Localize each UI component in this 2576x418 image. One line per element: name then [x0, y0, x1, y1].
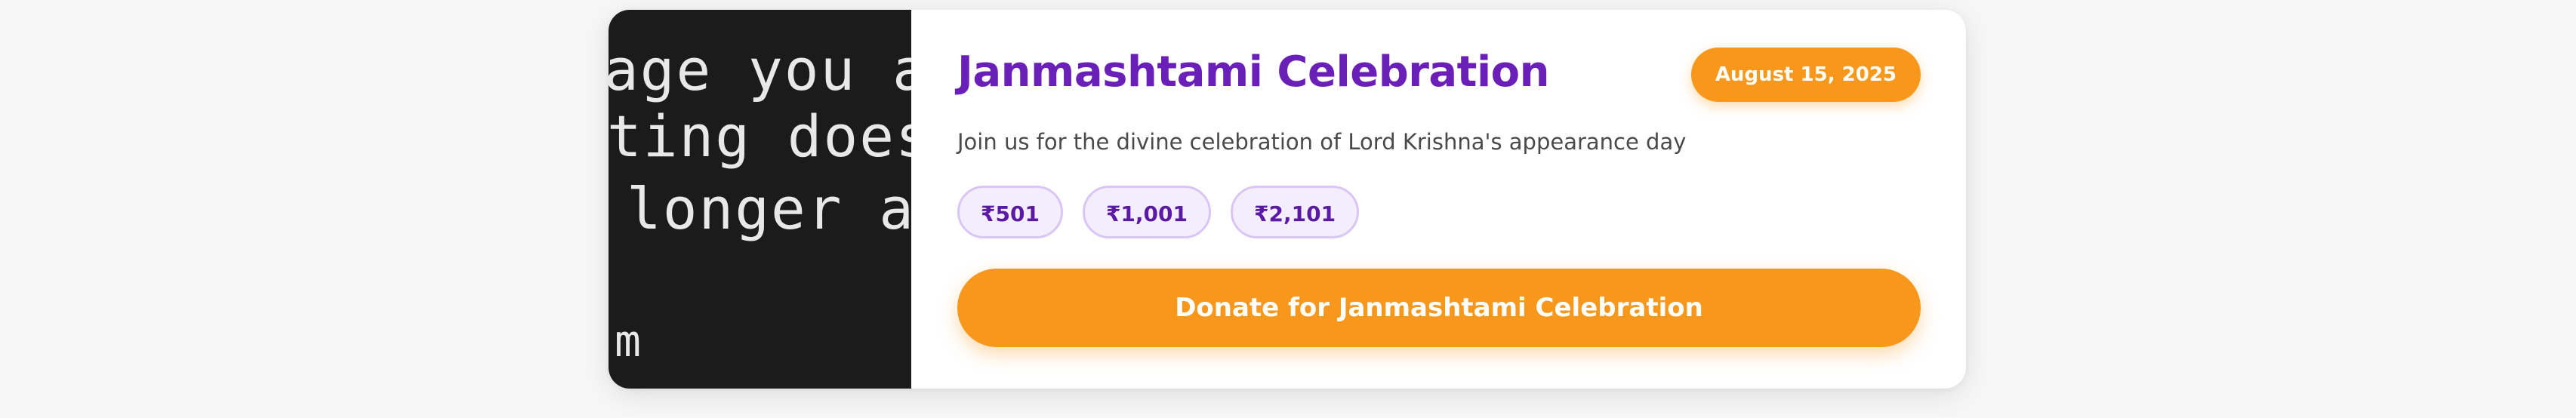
- event-thumbnail: age you are ting does n longer ava m: [609, 10, 911, 389]
- donate-button[interactable]: Donate for Janmashtami Celebration: [957, 269, 1921, 347]
- amount-option-501[interactable]: ₹501: [957, 186, 1063, 238]
- event-description: Join us for the divine celebration of Lo…: [957, 129, 1687, 155]
- event-date-badge: August 15, 2025: [1690, 48, 1921, 102]
- thumbnail-text-line: ting does n: [609, 103, 911, 170]
- thumbnail-text-line: age you are: [609, 36, 911, 103]
- thumbnail-text-line: m: [615, 315, 642, 367]
- event-title: Janmashtami Celebration: [957, 48, 1549, 97]
- amount-option-1001[interactable]: ₹1,001: [1082, 186, 1211, 238]
- event-content: Janmashtami Celebration August 15, 2025 …: [957, 10, 1921, 389]
- donation-amount-options: ₹501 ₹1,001 ₹2,101: [957, 186, 1360, 238]
- event-card: age you are ting does n longer ava m Jan…: [609, 10, 1966, 389]
- amount-option-2101[interactable]: ₹2,101: [1231, 186, 1360, 238]
- thumbnail-text-line: longer ava: [627, 175, 911, 242]
